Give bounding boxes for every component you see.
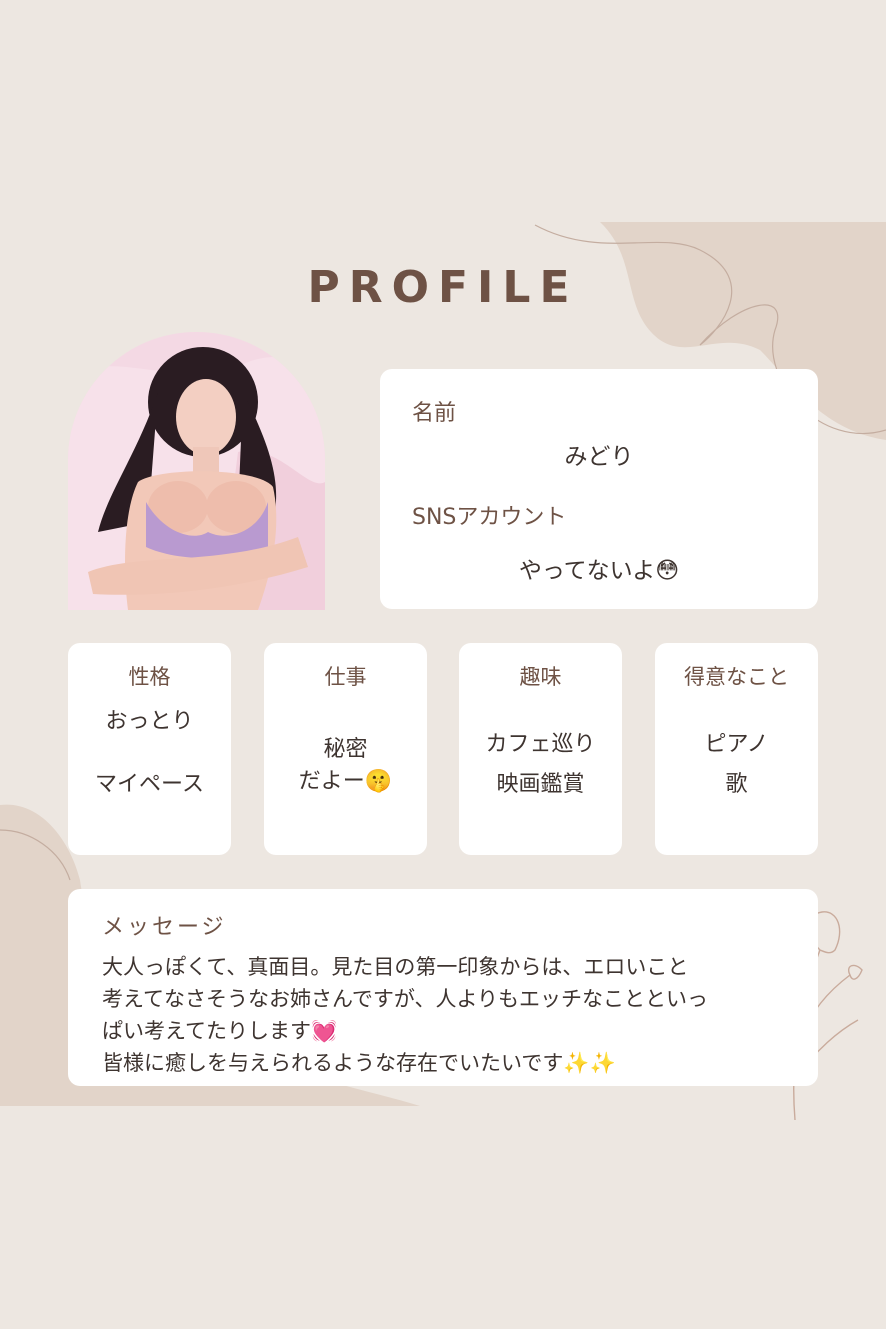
skill-card: 得意なこと ピアノ 歌	[655, 643, 818, 855]
profile-photo-image	[68, 332, 325, 610]
personality-value-2: マイペース	[95, 772, 204, 797]
name-sns-card: 名前 みどり SNSアカウント やってないよ😳	[380, 369, 818, 609]
hobby-value-2: 映画鑑賞	[496, 772, 585, 797]
message-line: ぱい考えてたりします💓	[102, 1019, 338, 1043]
message-line: 皆様に癒しを与えられるような存在でいたいです✨✨	[102, 1051, 616, 1075]
job-value-1: 秘密	[323, 737, 368, 762]
hobby-label: 趣味	[519, 665, 562, 689]
message-body: 大人っぽくて、真面目。見た目の第一印象からは、エロいこと 考えてなさそうなお姉さ…	[102, 951, 782, 1079]
skill-label: 得意なこと	[684, 665, 789, 689]
sns-label: SNSアカウント	[412, 505, 567, 530]
name-value: みどり	[564, 444, 634, 470]
message-label: メッセージ	[102, 915, 227, 940]
hobby-value-1: カフェ巡り	[485, 732, 596, 757]
bottom-left-line	[0, 829, 71, 881]
name-label: 名前	[412, 401, 457, 426]
hobby-card: 趣味 カフェ巡り 映画鑑賞	[459, 643, 622, 855]
message-card: メッセージ 大人っぽくて、真面目。見た目の第一印象からは、エロいこと 考えてなさ…	[68, 889, 818, 1086]
sns-value: やってないよ😳	[518, 558, 680, 584]
personality-label: 性格	[128, 665, 171, 689]
personality-card: 性格 おっとり マイペース	[68, 643, 231, 855]
job-card: 仕事 秘密 だよー🤫	[264, 643, 427, 855]
skill-value-2: 歌	[725, 772, 748, 797]
personality-value-1: おっとり	[105, 709, 194, 734]
message-line: 考えてなさそうなお姉さんですが、人よりもエッチなことといっ	[102, 987, 709, 1011]
profile-photo	[68, 332, 325, 610]
page-title: PROFILE	[307, 262, 579, 313]
message-line: 大人っぽくて、真面目。見た目の第一印象からは、エロいこと	[102, 955, 689, 979]
job-label: 仕事	[324, 665, 367, 689]
skill-value-1: ピアノ	[704, 732, 769, 757]
job-value-2: だよー🤫	[298, 769, 393, 794]
